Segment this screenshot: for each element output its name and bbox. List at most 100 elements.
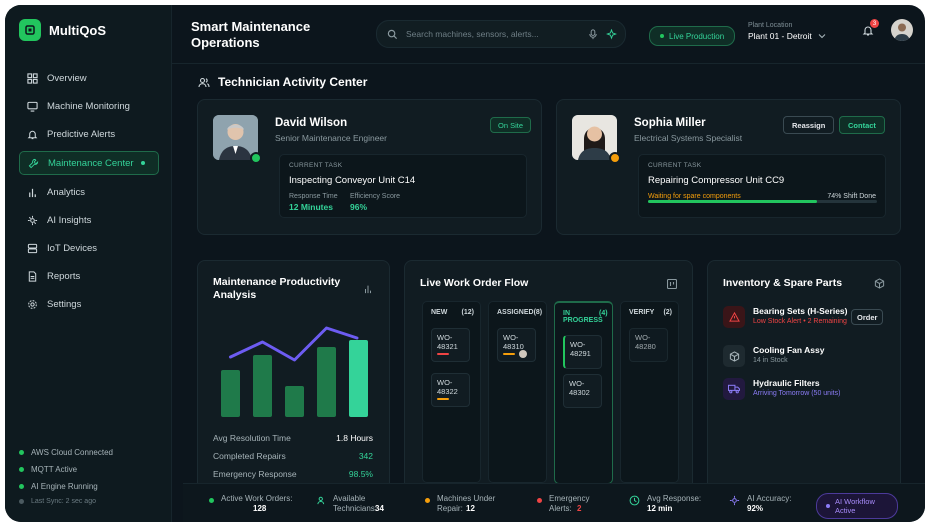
avatar[interactable] — [891, 19, 913, 41]
shift-progress-fill — [648, 200, 818, 203]
server-icon — [27, 243, 38, 253]
stat-value: 34 — [375, 504, 384, 513]
document-icon — [28, 270, 37, 282]
ai-sparkle-icon[interactable] — [606, 28, 617, 40]
reassign-button[interactable]: Reassign — [783, 116, 835, 134]
work-order-id: WO-48322 — [437, 378, 458, 396]
box-icon[interactable] — [874, 278, 885, 289]
productivity-chart — [221, 326, 368, 417]
plant-selector[interactable]: Plant Location Plant 01 - Detroit — [748, 22, 826, 41]
work-order-id: WO-48302 — [569, 379, 590, 397]
page-title: Smart Maintenance Operations — [191, 19, 311, 50]
sidebar-item-machine-monitoring[interactable]: Machine Monitoring — [19, 95, 159, 117]
column-count: (4) — [599, 310, 608, 317]
task-description: Inspecting Conveyor Unit C14 — [289, 175, 416, 186]
column-header: ASSIGNED (8) — [497, 309, 542, 316]
column-name: ASSIGNED — [497, 309, 534, 316]
kpi-value: 1.8 Hours — [336, 433, 373, 443]
sidebar-item-maintenance-center[interactable]: Maintenance Center — [19, 151, 159, 175]
stat-label: Emergency Alerts: — [549, 494, 590, 513]
section-title-text: Technician Activity Center — [218, 75, 368, 89]
sidebar-item-predictive-alerts[interactable]: Predictive Alerts — [19, 123, 159, 145]
kpi-label: Emergency Response — [213, 469, 297, 479]
chart-bar — [285, 386, 304, 417]
sidebar-item-settings[interactable]: Settings — [19, 293, 159, 315]
ai-icon — [729, 495, 740, 506]
technician-role: Electrical Systems Specialist — [634, 133, 743, 143]
inventory-item[interactable]: Hydraulic Filters Arriving Tomorrow (50 … — [723, 378, 840, 400]
part-name: Cooling Fan Assy — [753, 345, 825, 355]
stat-value: 2 — [577, 504, 582, 513]
notifications-button[interactable]: 3 — [862, 19, 879, 42]
kpi-value: 98.5% — [348, 469, 373, 479]
chart-trend-line — [229, 326, 359, 362]
kpi-row: Avg Resolution Time 1.8 Hours — [213, 433, 373, 443]
sidebar-item-analytics[interactable]: Analytics — [19, 181, 159, 203]
sidebar-item-reports[interactable]: Reports — [19, 265, 159, 287]
priority-bar — [437, 398, 449, 400]
notification-badge: 3 — [870, 19, 879, 28]
technician-card-david[interactable]: David Wilson Senior Maintenance Engineer… — [197, 99, 542, 235]
stat-value: 128 — [253, 504, 267, 513]
status-label: AI Engine Running — [31, 482, 98, 491]
contact-button[interactable]: Contact — [839, 116, 885, 134]
sync-dot — [19, 499, 24, 504]
priority-bar — [503, 353, 515, 355]
inventory-card: Inventory & Spare Parts Bearing Sets (H-… — [707, 260, 901, 494]
sidebar-item-label: Analytics — [47, 186, 86, 198]
work-order-card[interactable]: WO-48321 — [431, 328, 470, 362]
status-aws: AWS Cloud Connected — [19, 444, 113, 461]
part-status: 14 in Stock — [753, 357, 788, 364]
metric-label: Response Time — [289, 193, 338, 200]
stat-value: 12 min — [647, 504, 673, 513]
work-order-card[interactable]: WO-48280 — [629, 328, 668, 362]
sidebar-item-overview[interactable]: Overview — [19, 67, 159, 89]
technician-name: David Wilson — [275, 117, 348, 129]
shift-progress-bar — [648, 200, 877, 203]
stat-text: Available Technicians: — [333, 494, 393, 514]
status-label: MQTT Active — [31, 465, 78, 474]
sidebar-item-label: IoT Devices — [47, 242, 97, 254]
work-order-id: WO-48280 — [635, 333, 656, 351]
bell-icon — [27, 130, 38, 139]
sidebar-item-ai-insights[interactable]: AI Insights — [19, 209, 159, 231]
workflow-column-new: NEW (12) WO-48321 WO-48322 — [422, 301, 481, 483]
column-count: (12) — [461, 309, 474, 316]
inventory-item[interactable]: Cooling Fan Assy 14 in Stock — [723, 345, 824, 367]
search-input[interactable]: Search machines, sensors, alerts... — [406, 29, 588, 39]
order-button[interactable]: Order — [851, 309, 884, 325]
kpi-row: Completed Repairs 342 — [213, 451, 373, 461]
status-dot — [19, 450, 24, 455]
board-icon[interactable] — [667, 279, 677, 289]
work-order-card[interactable]: WO-48302 — [563, 374, 602, 408]
work-order-id: WO-48310 — [503, 333, 524, 351]
task-label: CURRENT TASK — [289, 162, 343, 169]
work-order-card[interactable]: WO-48322 — [431, 373, 470, 407]
sidebar-item-label: Machine Monitoring — [47, 100, 130, 112]
grid-icon — [27, 72, 38, 84]
task-label: CURRENT TASK — [648, 162, 702, 169]
ai-workflow-badge[interactable]: AI Workflow Active — [816, 493, 898, 519]
inventory-item[interactable]: Bearing Sets (H-Series) Low Stock Alert … — [723, 306, 888, 328]
chart-icon[interactable] — [363, 284, 373, 294]
search-icon — [387, 29, 398, 39]
chevron-down-icon — [818, 34, 826, 39]
sidebar-item-label: Reports — [47, 270, 81, 282]
work-order-card[interactable]: WO-48291 — [563, 335, 602, 369]
sidebar-item-label: AI Insights — [47, 214, 92, 226]
truck-icon — [723, 378, 745, 400]
technician-card-sophia[interactable]: Sophia Miller Electrical Systems Special… — [556, 99, 901, 235]
users-icon — [317, 496, 325, 505]
wrench-icon — [28, 158, 39, 168]
ai-icon — [27, 215, 38, 225]
logo[interactable]: MultiQoS — [19, 19, 106, 41]
microphone-icon[interactable] — [588, 28, 598, 40]
kpi-label: Avg Resolution Time — [213, 433, 291, 443]
work-order-card[interactable]: WO-48310 — [497, 328, 536, 362]
search-bar[interactable]: Search machines, sensors, alerts... — [376, 20, 626, 48]
status-dot — [209, 498, 214, 503]
sidebar-item-iot-devices[interactable]: IoT Devices — [19, 237, 159, 259]
app-name: MultiQoS — [49, 22, 107, 38]
chart-bar — [221, 370, 240, 417]
task-description: Repairing Compressor Unit CC9 — [648, 175, 785, 186]
